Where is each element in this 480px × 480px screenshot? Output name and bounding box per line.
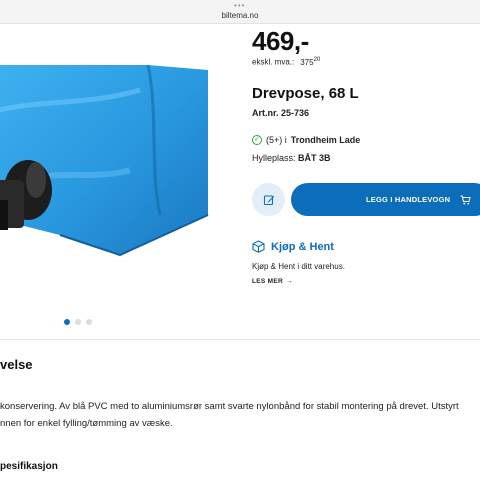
stock-store: Trondheim Lade <box>290 135 361 145</box>
ex-vat-price: ekskl. mva.: 37520 <box>252 57 320 67</box>
shelf-location: Hylleplass: BÅT 3B <box>252 153 331 163</box>
edit-icon <box>263 194 274 205</box>
read-more-link[interactable]: LES MER → <box>252 278 293 285</box>
add-to-cart-button[interactable]: LEGG I HANDLEVOGN <box>291 183 480 216</box>
click-collect-description: Kjøp & Hent i ditt varehus. <box>252 262 345 271</box>
ex-vat-label: ekskl. mva.: <box>252 57 295 67</box>
section-divider <box>0 339 480 340</box>
ex-vat-cents: 20 <box>313 57 321 63</box>
description-line-1: konservering. Av blå PVC med to aluminiu… <box>0 401 459 412</box>
window-dots-icon: ••• <box>234 1 246 10</box>
shopping-list-button[interactable] <box>252 183 285 216</box>
specification-heading[interactable]: pesifikasjon <box>0 461 58 472</box>
stock-status[interactable]: ✓ (5+) i Trondheim Lade <box>252 135 360 145</box>
product-image[interactable] <box>0 30 230 310</box>
description-heading: velse <box>0 357 33 372</box>
arrow-right-icon: → <box>286 278 293 285</box>
description-line-2: nnen for enkel fylling/tømming av væske. <box>0 418 173 429</box>
package-icon <box>252 240 265 253</box>
read-more-label: LES MER <box>252 278 283 285</box>
check-circle-icon: ✓ <box>252 135 262 145</box>
product-title: Drevpose, 68 L <box>252 85 359 102</box>
click-collect-heading: Kjøp & Hent <box>271 240 334 253</box>
url-label[interactable]: biltema.no <box>0 11 480 20</box>
shelf-label: Hylleplass: <box>252 153 296 163</box>
ex-vat-value: 375 <box>300 57 314 67</box>
browser-bar: ••• biltema.no <box>0 0 480 24</box>
description-text: konservering. Av blå PVC med to aluminiu… <box>0 398 480 432</box>
product-price: 469,- <box>252 26 309 56</box>
cart-icon <box>460 195 471 204</box>
gallery-dot-1[interactable] <box>64 319 70 325</box>
article-number: Art.nr. 25-736 <box>252 108 310 118</box>
gallery-dot-2[interactable] <box>75 319 81 325</box>
add-to-cart-label: LEGG I HANDLEVOGN <box>366 195 451 204</box>
shelf-value: BÅT 3B <box>298 153 331 163</box>
gallery-pagination <box>64 319 92 325</box>
stock-count: (5+) i <box>266 135 287 145</box>
gallery-dot-3[interactable] <box>86 319 92 325</box>
click-collect-title: Kjøp & Hent <box>252 240 334 253</box>
product-photo <box>0 30 230 310</box>
